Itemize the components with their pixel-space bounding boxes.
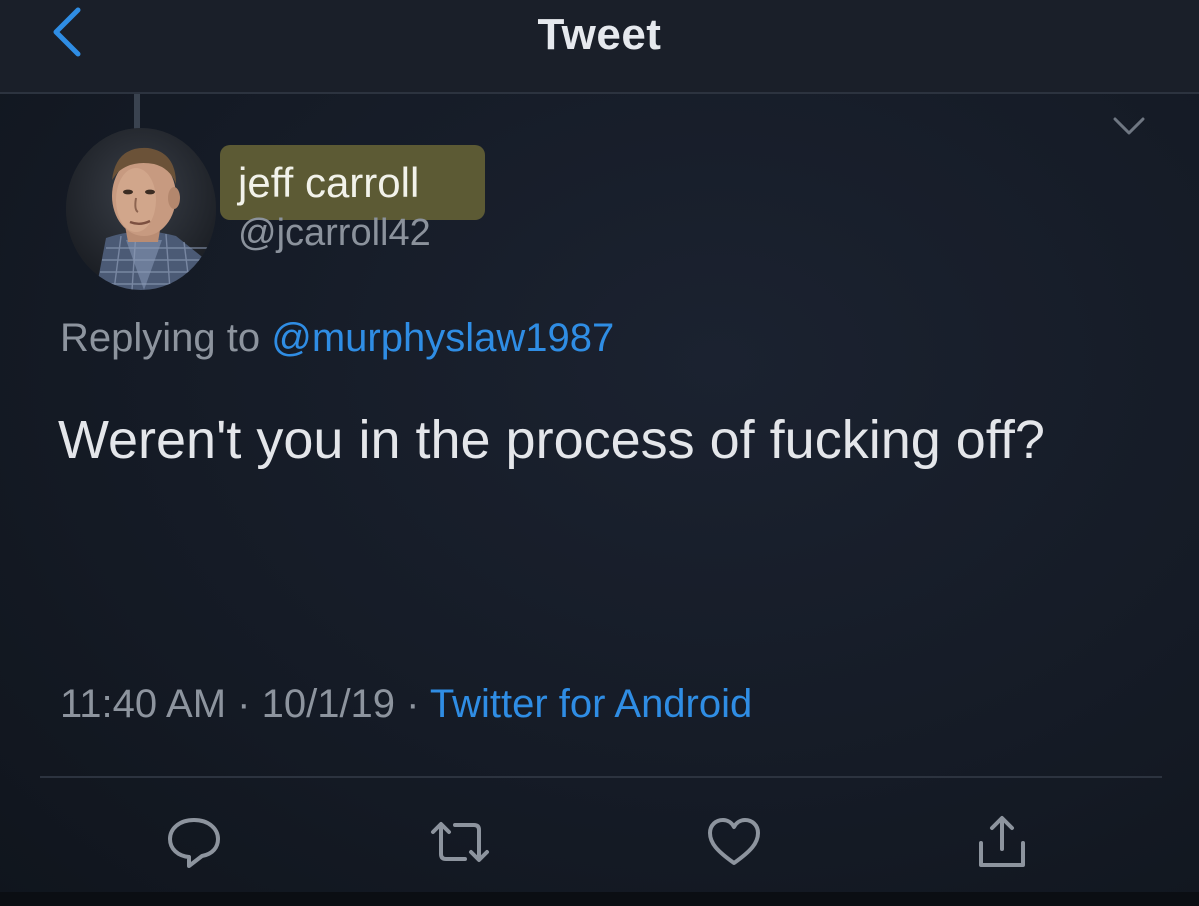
page-title: Tweet [537,10,662,59]
reply-button[interactable] [162,812,226,876]
author-name-highlight[interactable]: jeff carroll [220,145,485,220]
like-icon [705,815,763,874]
share-icon [973,813,1031,876]
share-button[interactable] [970,812,1034,876]
divider [40,776,1162,778]
reply-icon [164,814,224,875]
tweet-meta: 11:40 AM · 10/1/19 · Twitter for Android [60,682,752,727]
more-options-button[interactable] [1108,112,1150,144]
retweet-button[interactable] [428,812,492,876]
tweet-screen: Tweet jeff carroll @jcarroll42 Replying … [0,0,1199,906]
replying-to-line: Replying to @murphyslaw1987 [60,316,614,361]
avatar[interactable] [66,128,216,290]
thread-connector [134,94,140,130]
author-handle[interactable]: @jcarroll42 [238,212,431,255]
tweet-date: 10/1/19 [261,682,396,726]
author-display-name: jeff carroll [238,158,420,206]
tweet-text: Weren't you in the process of fucking of… [58,410,1045,470]
tweet-time: 11:40 AM [60,682,227,726]
nav-header: Tweet [0,0,1199,94]
bottom-edge [0,892,1199,906]
meta-separator: · [226,682,262,726]
tweet-source-link[interactable]: Twitter for Android [430,682,752,726]
like-button[interactable] [702,812,766,876]
chevron-down-icon [1112,116,1146,141]
retweet-icon [427,816,493,873]
reply-mention-link[interactable]: @murphyslaw1987 [271,316,614,360]
meta-separator: · [395,682,430,726]
replying-to-label: Replying to [60,316,261,360]
